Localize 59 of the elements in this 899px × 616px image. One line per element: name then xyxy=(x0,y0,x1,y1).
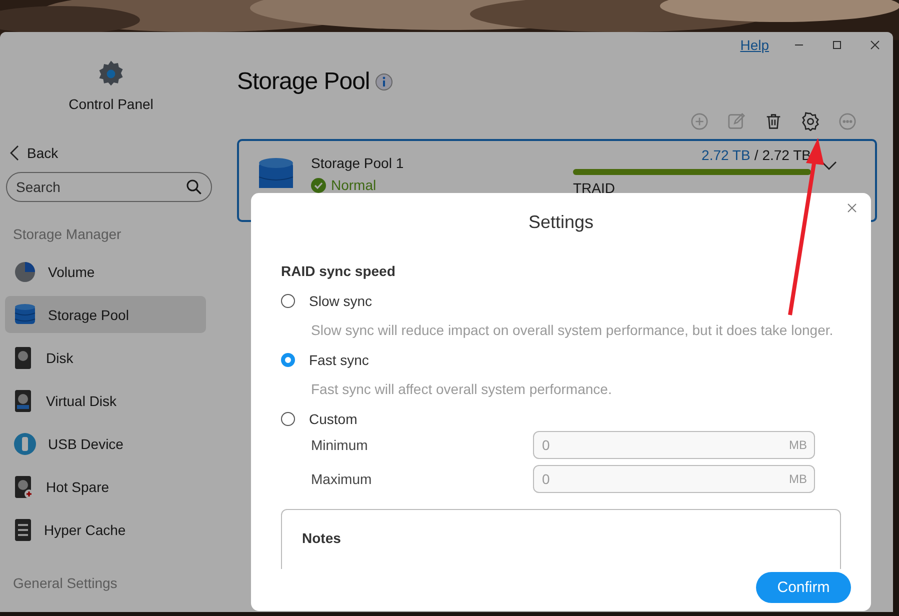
radio-button[interactable] xyxy=(281,294,295,308)
usb-icon xyxy=(14,432,36,454)
app-title: Control Panel xyxy=(68,96,154,112)
radio-option[interactable]: Slow sync xyxy=(281,293,841,309)
option-description: Fast sync will affect overall system performance. xyxy=(311,381,613,397)
search-field[interactable]: Search xyxy=(6,172,212,202)
radio-button[interactable] xyxy=(281,353,295,367)
sidebar-item[interactable]: Storage Pool xyxy=(5,296,206,333)
info-icon[interactable] xyxy=(374,73,393,91)
section-title: General Settings xyxy=(13,575,118,591)
sidebar-item[interactable]: USB Device xyxy=(5,425,206,462)
item-label: Virtual Disk xyxy=(46,392,117,408)
raid-type: TRAID xyxy=(573,180,616,196)
help-link[interactable]: Help xyxy=(740,37,769,53)
item-label: USB Device xyxy=(48,436,124,452)
gear-icon xyxy=(97,60,125,88)
delete-button[interactable] xyxy=(764,112,783,131)
field-label: Maximum xyxy=(311,471,373,487)
notes-title: Notes xyxy=(302,530,342,546)
chevron-down-icon xyxy=(821,161,837,171)
separator: / xyxy=(754,147,758,163)
close-button[interactable] xyxy=(847,201,857,211)
radio-option[interactable]: Fast sync xyxy=(281,352,841,368)
pool-name: Storage Pool 1 xyxy=(311,155,405,171)
settings-button[interactable] xyxy=(801,112,820,131)
unit-label: MB xyxy=(789,438,807,452)
sidebar-item[interactable]: Hyper Cache xyxy=(5,511,206,548)
sidebar-item[interactable]: Virtual Disk xyxy=(5,382,206,419)
maximize-icon xyxy=(831,39,843,51)
section-title: RAID sync speed xyxy=(281,263,396,279)
page-title: Storage Pool xyxy=(237,68,370,96)
pool-status: Normal xyxy=(331,177,376,193)
sidebar-item[interactable]: Volume xyxy=(5,253,206,290)
sidebar-item[interactable]: Disk xyxy=(5,339,206,376)
radio-option[interactable]: Custom xyxy=(281,411,841,427)
item-label: Storage Pool xyxy=(48,306,129,322)
ssd-icon xyxy=(14,518,32,542)
chevron-left-icon xyxy=(10,145,19,161)
close-icon xyxy=(869,39,881,51)
item-label: Volume xyxy=(48,264,95,280)
hard-drive-icon xyxy=(14,346,34,370)
item-label: Hyper Cache xyxy=(44,522,126,538)
field-label: Minimum xyxy=(311,437,369,453)
database-icon xyxy=(14,302,36,326)
hard-drive-plus-icon xyxy=(14,474,34,498)
back-link[interactable]: Back xyxy=(10,145,222,161)
used-capacity: 2.72 TB xyxy=(702,147,750,163)
option-description: Slow sync will reduce impact on overall system performance, but it does take longer. xyxy=(311,322,834,338)
item-label: Disk xyxy=(46,350,74,366)
pie-chart-icon xyxy=(14,260,36,282)
expand-button[interactable] xyxy=(821,159,837,169)
item-label: Hot Spare xyxy=(46,478,110,494)
section-title: Storage Manager xyxy=(13,226,122,242)
database-icon xyxy=(259,157,293,188)
hard-drive-icon xyxy=(14,388,34,412)
radio-button[interactable] xyxy=(281,412,295,426)
unit-label: MB xyxy=(789,472,807,486)
sidebar-item[interactable]: Hot Spare xyxy=(5,468,206,505)
search-icon xyxy=(186,179,202,195)
